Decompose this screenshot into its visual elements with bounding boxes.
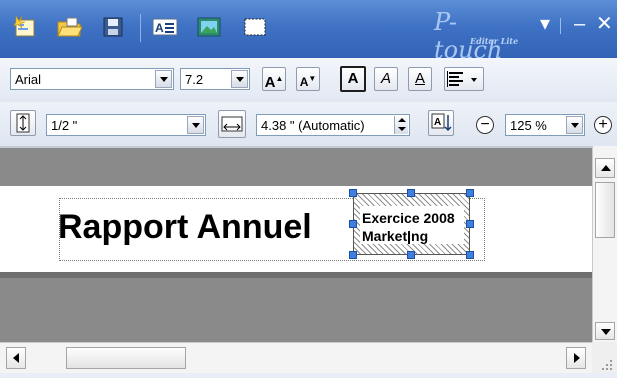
svg-text:A: A [434,117,441,128]
resize-handle-ne[interactable] [466,189,474,197]
grow-font-button[interactable]: A▲ [262,67,286,91]
label-side-line-1[interactable]: Exercice 2008 [362,210,455,226]
tape-width-value: 1/2 " [51,118,78,133]
zoom-value: 125 % [510,118,547,133]
formatting-toolbar: Arial 7.2 A▲ A▼ A A A [0,58,617,156]
app-brand-logo: P-touch Editor Lite [430,6,520,64]
layout-toolbar: 1/2 " 4.38 " (Automatic) A − 125 % + [0,102,617,146]
label-length-value: 4.38 " (Automatic) [261,118,365,133]
resize-grip-icon[interactable] [592,342,617,373]
resize-handle-n[interactable] [407,189,415,197]
insert-image-icon[interactable] [194,12,224,42]
svg-text:A: A [155,21,164,35]
resize-handle-e[interactable] [466,220,474,228]
scroll-right-button[interactable] [566,347,586,369]
tape-edge [0,272,592,278]
length-spinner[interactable] [394,116,408,134]
brand-edition: Editor Lite [470,36,519,46]
scroll-up-button[interactable] [595,158,615,178]
chevron-down-icon[interactable] [231,70,248,88]
minimize-icon[interactable]: – [574,14,585,34]
toolbar-separator [140,14,141,42]
chevron-down-icon[interactable] [187,116,204,134]
insert-frame-icon[interactable] [240,12,270,42]
close-icon[interactable]: ✕ [596,14,613,34]
align-left-icon [447,71,477,87]
font-name-select[interactable]: Arial [10,68,174,90]
resize-handle-w[interactable] [349,220,357,228]
resize-handle-s[interactable] [407,251,415,259]
tape-width-select[interactable]: 1/2 " [46,114,206,136]
label-side-line-2[interactable]: Marketing [362,228,428,244]
zoom-in-icon[interactable]: + [594,116,612,134]
horizontal-scrollbar[interactable] [0,342,592,373]
underline-button[interactable]: A [408,67,432,91]
open-folder-icon[interactable] [54,12,84,42]
window-controls-separator [560,18,561,34]
label-workspace: Rapport Annuel Exercice 2008 Marketing [0,146,592,342]
insert-text-icon[interactable]: A [150,12,180,42]
vertical-scroll-thumb[interactable] [595,182,615,238]
chevron-down-icon[interactable] [155,70,172,88]
text-cursor [408,232,410,244]
zoom-out-icon[interactable]: − [476,116,494,134]
options-dropdown-icon[interactable]: ▾ [540,14,550,34]
scroll-left-button[interactable] [6,347,26,369]
scroll-down-button[interactable] [595,322,615,340]
new-label-icon[interactable] [10,12,40,42]
shrink-font-button[interactable]: A▼ [296,67,320,91]
title-bar: A P-touch Editor Lite ▾ – ✕ [0,0,617,64]
label-length-field[interactable]: 4.38 " (Automatic) [256,114,410,136]
resize-handle-nw[interactable] [349,189,357,197]
resize-handle-se[interactable] [466,251,474,259]
label-length-icon [218,110,246,138]
zoom-select[interactable]: 125 % [505,114,585,136]
font-size-select[interactable]: 7.2 [180,68,250,90]
alignment-button[interactable] [444,67,484,91]
vertical-text-icon: A [431,113,452,132]
italic-button[interactable]: A [374,67,398,91]
chevron-down-icon[interactable] [566,116,583,134]
label-title-text[interactable]: Rapport Annuel [58,208,312,247]
resize-handle-sw[interactable] [349,251,357,259]
font-name-value: Arial [15,72,42,87]
bold-button[interactable]: A [340,66,366,92]
save-disk-icon[interactable] [98,12,128,42]
horizontal-scroll-thumb[interactable] [66,347,186,369]
vertical-scrollbar[interactable] [592,146,617,342]
font-size-value: 7.2 [185,72,204,87]
tape-width-icon [10,110,36,136]
vertical-text-button[interactable]: A [428,110,454,136]
